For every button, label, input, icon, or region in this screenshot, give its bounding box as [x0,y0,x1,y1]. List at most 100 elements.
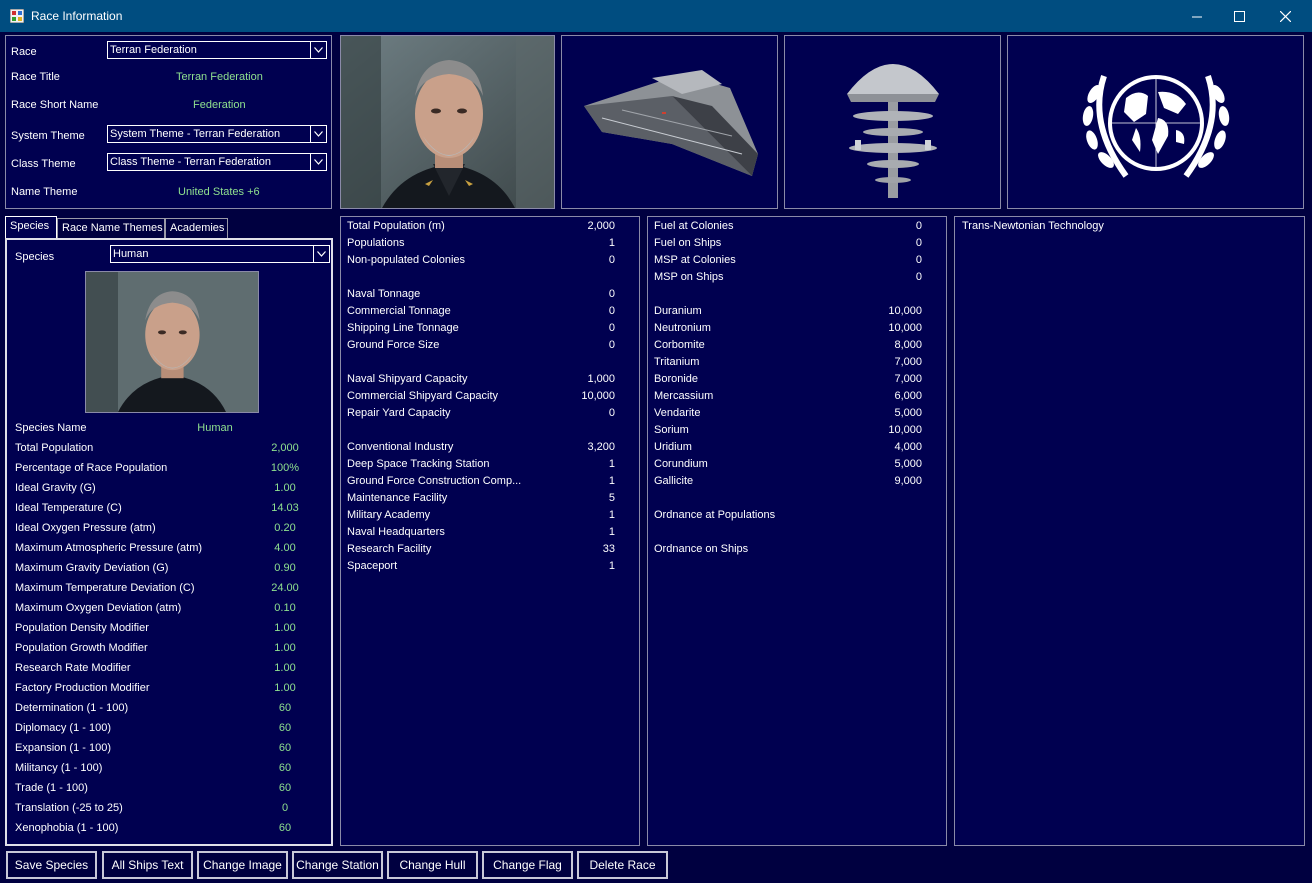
system-theme-select[interactable]: System Theme - Terran Federation [107,125,327,143]
population-stat-value: 0 [608,339,615,351]
resource-stat-value: 0 [915,254,922,266]
population-stat-label: Spaceport [347,560,398,572]
species-attribute-value: 60 [278,742,292,754]
delete-race-button[interactable]: Delete Race [577,851,668,879]
tab-race-name-themes[interactable]: Race Name Themes [57,218,165,238]
change-flag-button[interactable]: Change Flag [482,851,573,879]
change-image-button[interactable]: Change Image [197,851,288,879]
resource-stat-value: 0 [915,220,922,232]
resource-stat-label: Boronide [654,373,699,385]
maximize-icon [1233,10,1245,22]
resource-stat-label: Sorium [654,424,689,436]
species-attribute-label: Research Rate Modifier [15,662,131,674]
class-theme-value: Class Theme - Terran Federation [110,156,271,168]
species-attribute-label: Ideal Oxygen Pressure (atm) [15,522,156,534]
ship-hull-image[interactable] [561,35,778,209]
species-attribute-label: Population Density Modifier [15,622,149,634]
species-attribute-value: 0.90 [274,562,296,574]
tab-species[interactable]: Species [5,216,57,239]
race-label: Race [11,46,37,58]
resources-panel: Fuel at Colonies 0 Fuel on Ships 0 MSP at Co… [647,216,947,846]
resource-stat-label: Tritanium [654,356,700,368]
resource-stat-value: 4,000 [894,441,922,453]
population-stat-value: 2,000 [587,220,615,232]
race-select[interactable]: Terran Federation [107,41,327,59]
species-select[interactable]: Human [110,245,330,263]
species-attribute-label: Ideal Gravity (G) [15,482,96,494]
change-hull-button[interactable]: Change Hull [387,851,478,879]
race-flag-image[interactable] [1007,35,1304,209]
resource-stat-value: 5,000 [894,407,922,419]
species-attribute-label: Maximum Gravity Deviation (G) [15,562,169,574]
technology-panel[interactable]: Trans-Newtonian Technology [954,216,1305,846]
species-attribute-value: 100% [270,462,300,474]
resource-stat-label: Gallicite [654,475,694,487]
species-attribute-value: 1.00 [274,682,296,694]
race-title-label: Race Title [11,71,60,83]
title-bar[interactable]: Race Information [0,0,1312,32]
resource-stat-value: 8,000 [894,339,922,351]
population-stat-value: 0 [608,305,615,317]
resource-stat-value: 6,000 [894,390,922,402]
population-stat-label: Naval Tonnage [347,288,421,300]
population-stat-value: 1 [608,509,615,521]
resource-stat-value: 10,000 [888,424,922,436]
population-stat-value: 33 [602,543,615,555]
population-stat-value: 1 [608,526,615,538]
species-attribute-value: 0.20 [274,522,296,534]
species-attribute-label: Diplomacy (1 - 100) [15,722,111,734]
species-attribute-value: 60 [278,822,292,834]
minimize-button[interactable] [1174,0,1220,32]
window-title: Race Information [31,9,123,23]
species-attribute-label: Militancy (1 - 100) [15,762,103,774]
race-portrait-image[interactable] [340,35,555,209]
race-header-panel: Race Terran Federation Race Title Terran… [5,35,332,209]
species-attribute-value: 1.00 [274,662,296,674]
population-stat-label: Maintenance Facility [347,492,448,504]
species-attribute-value: 4.00 [274,542,296,554]
population-stat-value: 0 [608,322,615,334]
population-stat-label: Ground Force Construction Comp... [347,475,522,487]
chevron-down-icon[interactable] [313,246,329,262]
species-attribute-value: 0.10 [274,602,296,614]
population-stat-value: 1 [608,560,615,572]
population-stats-panel: Total Population (m) 2,000 Populations 1 Non… [340,216,640,846]
population-stat-label: Repair Yard Capacity [347,407,451,419]
resource-stat-value: 9,000 [894,475,922,487]
population-stat-value: 5 [608,492,615,504]
species-portrait-image[interactable] [85,271,259,413]
resource-stat-label: Fuel on Ships [654,237,722,249]
race-select-value: Terran Federation [110,44,197,56]
population-stat-label: Conventional Industry [347,441,454,453]
save-species-button[interactable]: Save Species [6,851,97,879]
resource-stat-label: Corundium [654,458,708,470]
chevron-down-icon[interactable] [310,154,326,170]
name-theme-value: United States +6 [178,186,260,198]
population-stat-label: Total Population (m) [347,220,445,232]
maximize-button[interactable] [1216,0,1262,32]
class-theme-select[interactable]: Class Theme - Terran Federation [107,153,327,171]
population-stat-label: Ground Force Size [347,339,440,351]
species-attribute-label: Ideal Temperature (C) [15,502,122,514]
station-image[interactable] [784,35,1001,209]
species-attribute-label: Factory Production Modifier [15,682,150,694]
population-stat-label: Naval Headquarters [347,526,445,538]
species-attribute-label: Determination (1 - 100) [15,702,129,714]
close-button[interactable] [1262,0,1308,32]
technology-item[interactable]: Trans-Newtonian Technology [962,220,1104,232]
chevron-down-icon[interactable] [310,42,326,58]
species-select-value: Human [113,248,149,260]
population-stat-label: Shipping Line Tonnage [347,322,459,334]
chevron-down-icon[interactable] [310,126,326,142]
resource-stat-label: Vendarite [654,407,701,419]
species-attribute-value: 24.00 [271,582,299,594]
change-station-button[interactable]: Change Station [292,851,383,879]
resource-stat-label: Uridium [654,441,692,453]
all-ships-text-button[interactable]: All Ships Text [102,851,193,879]
population-stat-value: 1 [608,475,615,487]
species-attribute-label: Trade (1 - 100) [15,782,88,794]
tab-academies[interactable]: Academies [165,218,228,238]
species-attribute-label: Maximum Temperature Deviation (C) [15,582,195,594]
race-title-value: Terran Federation [176,71,263,83]
population-stat-label: Commercial Shipyard Capacity [347,390,498,402]
